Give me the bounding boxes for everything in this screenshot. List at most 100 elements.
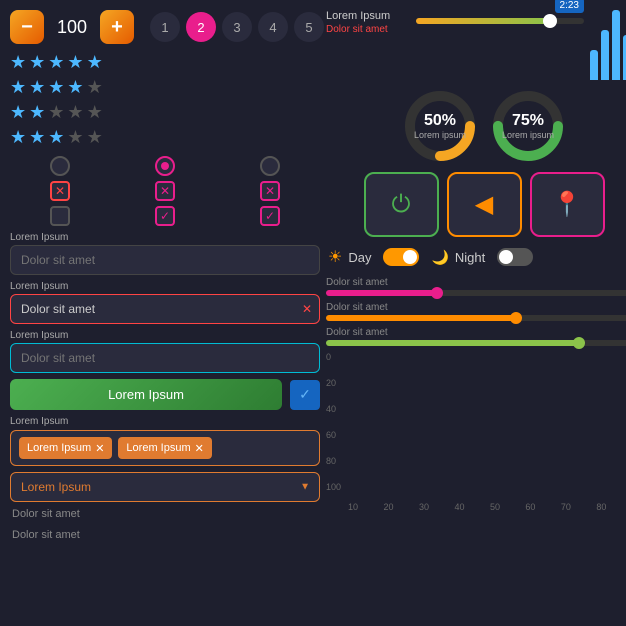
checkbox-x-red[interactable]: ✕: [50, 181, 70, 201]
volume-button-card[interactable]: ◀: [447, 172, 522, 237]
slider-thumb-2[interactable]: [510, 312, 522, 324]
slider-track-3[interactable]: [326, 340, 626, 346]
slider-label-2: Dolor sit amet: [326, 302, 626, 313]
slider-fill: [416, 18, 550, 24]
x-label-30: 30: [419, 502, 429, 512]
dropdown-sub-1: Dolor sit amet: [10, 505, 320, 523]
star[interactable]: ★: [48, 77, 64, 98]
slider-thumb-3[interactable]: [573, 337, 585, 349]
check-icon-box[interactable]: ✓: [290, 380, 320, 410]
location-button-card[interactable]: 📍: [530, 172, 605, 237]
star[interactable]: ★: [67, 127, 83, 148]
input-group-1: Lorem Ipsum: [10, 232, 320, 275]
night-label: Night: [455, 250, 485, 265]
checkbox-empty[interactable]: [50, 206, 70, 226]
checkbox-x-pink[interactable]: ✕: [155, 181, 175, 201]
star[interactable]: ★: [67, 52, 83, 73]
sliders-section: Dolor sit amet Dolor sit amet Dolor sit …: [326, 277, 626, 346]
dropdown-sub-2: Dolor sit amet: [10, 526, 320, 544]
star[interactable]: ★: [87, 127, 103, 148]
page-btn-1[interactable]: 1: [150, 12, 180, 42]
star[interactable]: ★: [10, 77, 26, 98]
checkbox-check-pink[interactable]: ✓: [155, 206, 175, 226]
clear-button[interactable]: ✕: [302, 302, 312, 316]
radio-circle-empty[interactable]: [50, 156, 70, 176]
slider-track-1[interactable]: [326, 290, 626, 296]
radio-empty[interactable]: [10, 156, 110, 176]
check-pink[interactable]: ✓: [115, 206, 215, 226]
radio-circle-empty-2[interactable]: [260, 156, 280, 176]
day-night-row: ☀ Day 🌙 Night: [326, 243, 626, 271]
check-x-pink[interactable]: ✕: [115, 181, 215, 201]
tag-input-label: Lorem Ipsum: [10, 416, 320, 427]
counter-minus-button[interactable]: −: [10, 10, 44, 44]
input-field-2[interactable]: [10, 294, 320, 324]
star[interactable]: ★: [87, 77, 103, 98]
vert-bar-1: [590, 50, 598, 80]
chart-y-labels: 100 80 60 40 20 0: [326, 352, 345, 492]
night-item: 🌙 Night: [431, 249, 485, 266]
star[interactable]: ★: [29, 77, 45, 98]
checkbox-x-pink-2[interactable]: ✕: [260, 181, 280, 201]
star[interactable]: ★: [10, 52, 26, 73]
y-label-20: 20: [326, 378, 341, 388]
check-x-red[interactable]: ✕: [10, 181, 110, 201]
tag-item-2[interactable]: Lorem Ipsum ✕: [118, 437, 211, 459]
check-empty[interactable]: [10, 206, 110, 226]
dropdown-select[interactable]: Lorem Ipsum: [10, 472, 320, 502]
slider-thumb[interactable]: [543, 14, 557, 28]
slider-track-2[interactable]: [326, 315, 626, 321]
star[interactable]: ★: [29, 102, 45, 123]
star[interactable]: ★: [87, 52, 103, 73]
page-btn-4[interactable]: 4: [258, 12, 288, 42]
page-btn-5[interactable]: 5: [294, 12, 324, 42]
check-pink-2[interactable]: ✓: [220, 206, 320, 226]
power-icon: ⏻: [392, 191, 411, 219]
green-submit-button[interactable]: Lorem Ipsum: [10, 379, 282, 410]
night-toggle[interactable]: [497, 248, 533, 266]
star[interactable]: ★: [10, 127, 26, 148]
tag-input-box[interactable]: Lorem Ipsum ✕ Lorem Ipsum ✕: [10, 430, 320, 466]
check-x-pink-2[interactable]: ✕: [220, 181, 320, 201]
green-btn-row: Lorem Ipsum ✓: [10, 379, 320, 410]
tag-close-2[interactable]: ✕: [195, 442, 204, 455]
location-icon: 📍: [552, 190, 582, 219]
page-btn-3[interactable]: 3: [222, 12, 252, 42]
input-label-1: Lorem Ipsum: [10, 232, 320, 243]
checkbox-check-pink-2[interactable]: ✓: [260, 206, 280, 226]
tag-close-1[interactable]: ✕: [95, 442, 104, 455]
input-field-1[interactable]: [10, 245, 320, 275]
star[interactable]: ★: [29, 52, 45, 73]
lorem-title: Lorem Ipsum: [326, 10, 410, 22]
star[interactable]: ★: [48, 127, 64, 148]
counter-plus-button[interactable]: +: [100, 10, 134, 44]
star[interactable]: ★: [29, 127, 45, 148]
tag-text-2: Lorem Ipsum: [126, 442, 190, 454]
star[interactable]: ★: [87, 102, 103, 123]
slider-row-2: Dolor sit amet: [326, 302, 626, 321]
input-wrapper-2: ✕: [10, 294, 320, 324]
day-toggle[interactable]: [383, 248, 419, 266]
tag-item-1[interactable]: Lorem Ipsum ✕: [19, 437, 112, 459]
radio-selected[interactable]: [115, 156, 215, 176]
slider-track[interactable]: [416, 18, 584, 24]
input-label-3: Lorem Ipsum: [10, 330, 320, 341]
x-label-80: 80: [596, 502, 606, 512]
page-btn-2[interactable]: 2: [186, 12, 216, 42]
star[interactable]: ★: [48, 52, 64, 73]
lorem-block: Lorem Ipsum Dolor sit amet: [326, 10, 410, 35]
slider-thumb-1[interactable]: [431, 287, 443, 299]
input-field-3[interactable]: [10, 343, 320, 373]
power-button-card[interactable]: ⏻: [364, 172, 439, 237]
star[interactable]: ★: [67, 102, 83, 123]
donut-sub-2: Lorem ipsum: [502, 130, 554, 140]
lorem-subtitle: Dolor sit amet: [326, 24, 410, 35]
star[interactable]: ★: [67, 77, 83, 98]
slider-container-top: 2:23: [416, 10, 584, 24]
radio-circle-selected[interactable]: [155, 156, 175, 176]
radio-empty-2[interactable]: [220, 156, 320, 176]
x-label-70: 70: [561, 502, 571, 512]
star[interactable]: ★: [10, 102, 26, 123]
right-column: Lorem Ipsum Dolor sit amet 2:23: [326, 10, 626, 544]
star[interactable]: ★: [48, 102, 64, 123]
